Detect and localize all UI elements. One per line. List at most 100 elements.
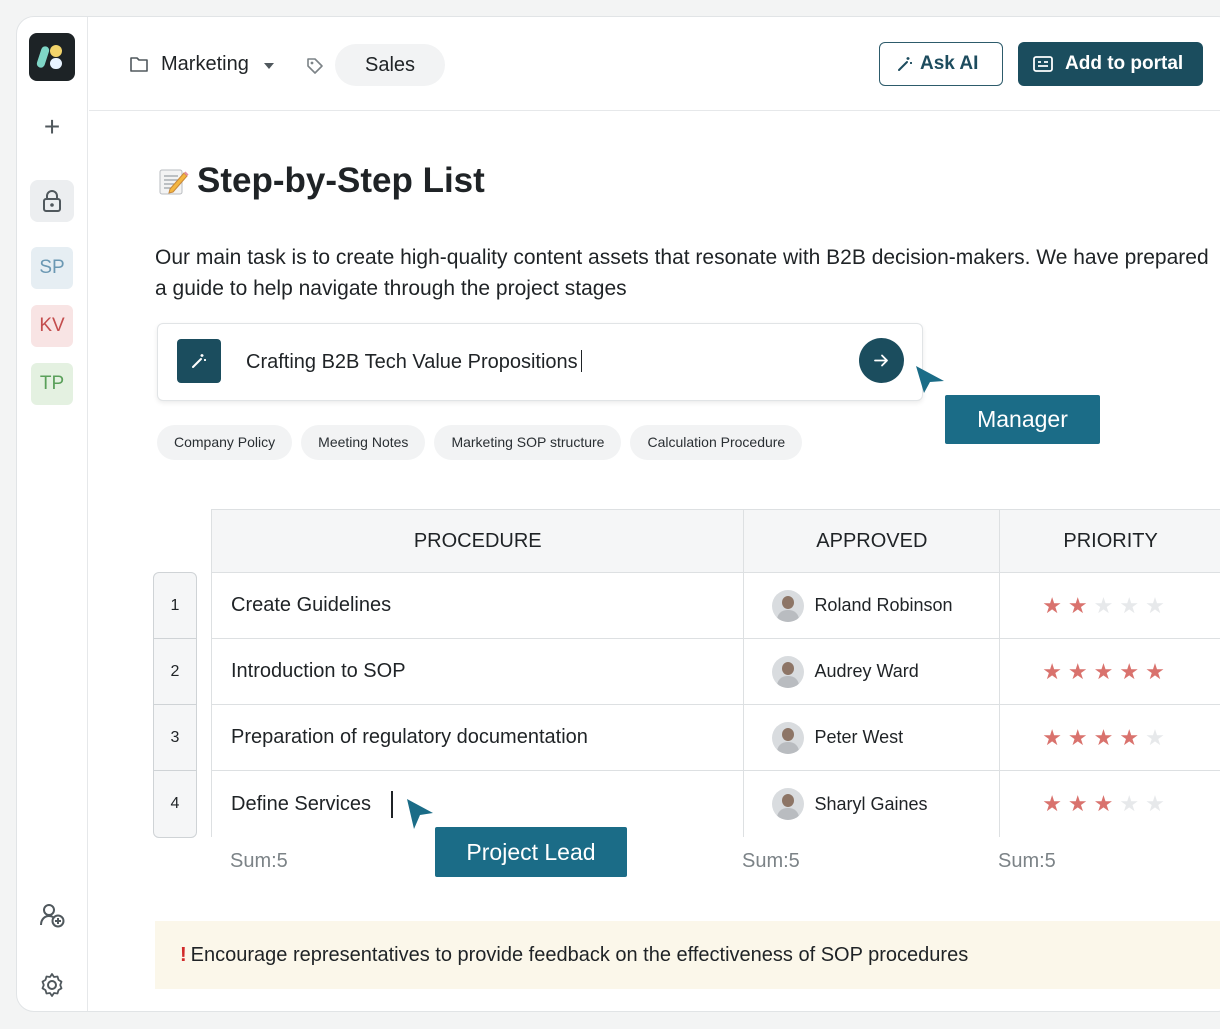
star-icon[interactable]: ★ bbox=[1094, 793, 1114, 815]
send-button[interactable] bbox=[859, 338, 904, 383]
gear-icon[interactable] bbox=[39, 972, 65, 998]
cell-approved[interactable]: Peter West bbox=[744, 705, 1001, 770]
avatar bbox=[772, 721, 805, 754]
star-icon[interactable]: ★ bbox=[1042, 594, 1062, 617]
row-number[interactable]: 2 bbox=[154, 639, 196, 705]
row-number[interactable]: 4 bbox=[154, 771, 196, 837]
star-icon[interactable]: ★ bbox=[1119, 660, 1139, 683]
star-icon[interactable]: ★ bbox=[1068, 594, 1088, 617]
star-icon[interactable]: ★ bbox=[1145, 726, 1165, 749]
lock-icon bbox=[43, 190, 61, 212]
cursor-pointer-icon bbox=[407, 799, 433, 829]
sidebar: + SP KV TP bbox=[17, 17, 88, 1011]
arrow-right-icon bbox=[874, 354, 888, 367]
column-header-approved[interactable]: APPROVED bbox=[744, 510, 1001, 572]
tag-chip-sales[interactable]: Sales bbox=[335, 44, 445, 86]
star-icon[interactable]: ★ bbox=[1145, 594, 1165, 617]
magic-wand-button[interactable] bbox=[177, 339, 221, 383]
approver-name: Sharyl Gaines bbox=[814, 793, 928, 814]
cell-approved[interactable]: Sharyl Gaines bbox=[744, 771, 1001, 837]
table-row[interactable]: Introduction to SOP Audrey Ward ★ ★ ★ ★ ★ bbox=[212, 639, 1220, 705]
breadcrumb-folder[interactable]: Marketing bbox=[161, 53, 249, 76]
callout-note: ! Encourage representatives to provide fe… bbox=[155, 921, 1220, 989]
workspace-avatar[interactable]: TP bbox=[31, 363, 73, 405]
table-row[interactable]: Preparation of regulatory documentation P… bbox=[212, 705, 1220, 771]
star-icon[interactable]: ★ bbox=[1042, 660, 1062, 683]
suggestion-chip[interactable]: Calculation Procedure bbox=[630, 425, 803, 460]
add-to-portal-label: Add to portal bbox=[1065, 53, 1184, 74]
column-header-priority[interactable]: PRIORITY bbox=[1000, 510, 1220, 572]
star-icon[interactable]: ★ bbox=[1119, 793, 1139, 815]
cell-approved[interactable]: Roland Robinson bbox=[744, 573, 1001, 638]
top-bar: Marketing Sales Ask AI Add to portal bbox=[89, 17, 1220, 111]
row-number[interactable]: 3 bbox=[154, 705, 196, 771]
ai-prompt-box[interactable]: Crafting B2B Tech Value Propositions bbox=[157, 323, 923, 401]
star-icon[interactable]: ★ bbox=[1145, 793, 1165, 815]
cell-priority-rating[interactable]: ★ ★ ★ ★ ★ bbox=[1000, 573, 1220, 638]
avatar bbox=[772, 655, 805, 688]
avatar bbox=[772, 589, 805, 622]
magic-wand-icon bbox=[192, 354, 206, 368]
star-icon[interactable]: ★ bbox=[1119, 594, 1139, 617]
lock-button[interactable] bbox=[30, 180, 74, 222]
tag-icon bbox=[307, 58, 323, 74]
app-logo[interactable] bbox=[29, 33, 75, 81]
suggestion-chip[interactable]: Company Policy bbox=[157, 425, 293, 460]
row-number-column: 1234 bbox=[153, 572, 197, 838]
workspace-avatar[interactable]: SP bbox=[31, 247, 73, 289]
suggestion-chips: Company Policy Meeting Notes Marketing S… bbox=[157, 425, 803, 460]
star-icon[interactable]: ★ bbox=[1094, 660, 1114, 683]
procedure-table: PROCEDURE APPROVED PRIORITY Create Guide… bbox=[211, 509, 1220, 837]
star-icon[interactable]: ★ bbox=[1068, 660, 1088, 683]
memo-icon bbox=[159, 169, 189, 195]
column-header-procedure[interactable]: PROCEDURE bbox=[212, 510, 745, 572]
add-to-portal-button[interactable]: Add to portal bbox=[1018, 42, 1203, 86]
portal-icon bbox=[1033, 56, 1053, 72]
workspace-avatar[interactable]: KV bbox=[31, 305, 73, 347]
approver-name: Roland Robinson bbox=[814, 595, 953, 615]
star-icon[interactable]: ★ bbox=[1094, 726, 1114, 749]
cell-procedure[interactable]: Create Guidelines bbox=[212, 573, 745, 638]
star-icon[interactable]: ★ bbox=[1068, 726, 1088, 749]
cell-priority-rating[interactable]: ★ ★ ★ ★ ★ bbox=[1000, 771, 1220, 837]
star-icon[interactable]: ★ bbox=[1068, 793, 1088, 815]
intro-text: Our main task is to create high-quality … bbox=[155, 246, 1209, 300]
cell-approved[interactable]: Audrey Ward bbox=[744, 639, 1001, 704]
cell-priority-rating[interactable]: ★ ★ ★ ★ ★ bbox=[1000, 705, 1220, 770]
star-icon[interactable]: ★ bbox=[1042, 726, 1062, 749]
star-icon[interactable]: ★ bbox=[1119, 726, 1139, 749]
ask-ai-button[interactable]: Ask AI bbox=[879, 42, 1003, 86]
ask-ai-label: Ask AI bbox=[920, 53, 979, 74]
text-caret bbox=[391, 791, 393, 818]
add-icon[interactable]: + bbox=[39, 113, 65, 141]
sum-procedure: Sum:5 bbox=[230, 850, 288, 872]
magic-wand-icon bbox=[898, 57, 912, 71]
cursor-pointer-icon bbox=[916, 366, 944, 393]
table-row[interactable]: Define Services Sharyl Gaines ★ ★ ★ ★ ★ bbox=[212, 771, 1220, 837]
chevron-down-icon[interactable] bbox=[264, 63, 274, 69]
star-icon[interactable]: ★ bbox=[1145, 660, 1165, 683]
row-number[interactable]: 1 bbox=[154, 573, 196, 639]
prompt-input[interactable]: Crafting B2B Tech Value Propositions bbox=[246, 350, 582, 374]
table-header: PROCEDURE APPROVED PRIORITY bbox=[212, 510, 1220, 573]
table-row[interactable]: Create Guidelines Roland Robinson ★ ★ ★ ★ ★ bbox=[212, 573, 1220, 639]
suggestion-chip[interactable]: Meeting Notes bbox=[301, 425, 426, 460]
folder-icon bbox=[130, 57, 148, 72]
cell-procedure[interactable]: Preparation of regulatory documentation bbox=[212, 705, 745, 770]
sum-approved: Sum:5 bbox=[742, 850, 800, 872]
page-title: Step-by-Step List bbox=[157, 161, 485, 201]
suggestion-chip[interactable]: Marketing SOP structure bbox=[434, 425, 622, 460]
star-icon[interactable]: ★ bbox=[1094, 594, 1114, 617]
collaborator-cursor-label: Project Lead bbox=[435, 827, 627, 877]
approver-name: Peter West bbox=[814, 727, 904, 747]
exclamation-icon: ! bbox=[180, 944, 187, 966]
star-icon[interactable]: ★ bbox=[1042, 793, 1062, 815]
collaborator-cursor-label: Manager bbox=[945, 395, 1100, 444]
app-window: + SP KV TP Marketing Sales Ask AI Add to… bbox=[16, 16, 1220, 1012]
cell-procedure[interactable]: Introduction to SOP bbox=[212, 639, 745, 704]
sum-priority: Sum:5 bbox=[998, 850, 1056, 872]
cell-priority-rating[interactable]: ★ ★ ★ ★ ★ bbox=[1000, 639, 1220, 704]
avatar bbox=[772, 788, 805, 820]
add-user-icon[interactable] bbox=[39, 902, 65, 928]
callout-text: Encourage representatives to provide fee… bbox=[190, 944, 969, 966]
